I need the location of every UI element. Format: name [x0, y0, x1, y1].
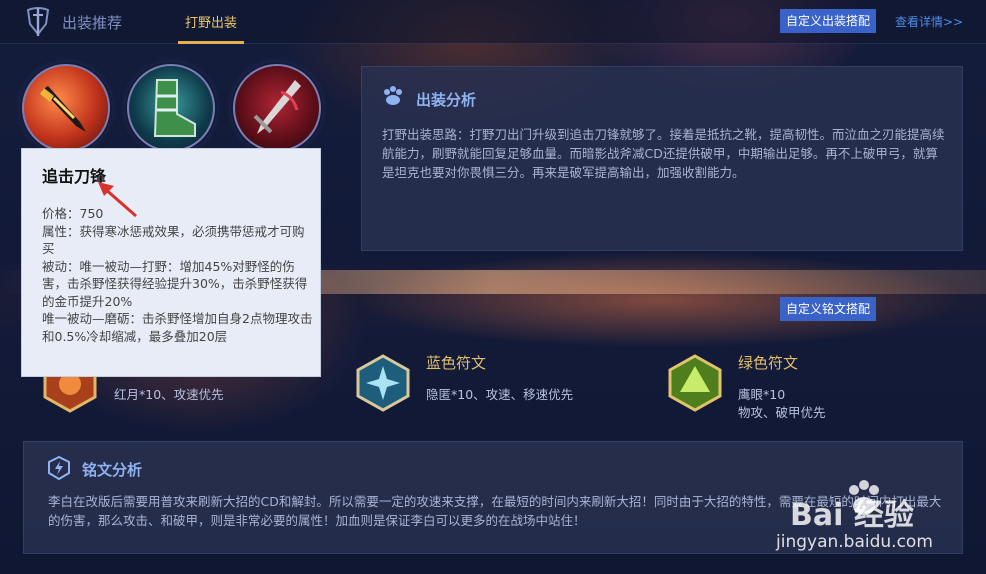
paw-icon	[384, 86, 402, 105]
tooltip-body: 价格：750 属性：获得寒冰惩戒效果，必须携带惩戒才可购买 被动：唯一被动—打野…	[42, 205, 314, 345]
resistance-boots-icon	[153, 79, 196, 137]
tooltip-passive-jungle: 被动：唯一被动—打野：增加45%对野怪的伤害，击杀野怪获得经验提升30%，击杀野…	[42, 258, 308, 309]
tooltip-passive-whet: 唯一被动—磨砺：击杀野怪增加自身2点物理攻击和0.5%冷却缩减，最多叠加20层	[42, 311, 313, 344]
blue-rune-icon	[356, 354, 410, 412]
green-rune-desc-2: 物攻、破甲优先	[738, 405, 826, 420]
equip-analysis-text: 打野出装思路：打野刀出门升级到追击刀锋就够了。接着是抵抗之靴，提高韧性。而泣血之…	[382, 127, 945, 180]
custom-equip-button[interactable]: 自定义出装搭配	[780, 9, 876, 33]
item-tooltip: 追击刀锋 价格：750 属性：获得寒冰惩戒效果，必须携带惩戒才可购买 被动：唯一…	[21, 148, 321, 377]
chasing-blade-icon	[40, 86, 86, 132]
item-chasing-blade[interactable]	[22, 64, 110, 152]
tooltip-price: 价格：750	[42, 206, 104, 221]
green-rune-name: 绿色符文	[738, 354, 799, 372]
red-annotation-arrow-icon	[98, 182, 137, 218]
custom-rune-button[interactable]: 自定义铭文搭配	[780, 297, 876, 321]
baidu-jingyan-watermark: Bai 经验 jingyan.baidu.com	[760, 470, 986, 574]
blue-rune-name: 蓝色符文	[426, 354, 487, 372]
equip-analysis-title: 出装分析	[416, 91, 477, 109]
tooltip-attribute: 属性：获得寒冰惩戒效果，必须携带惩戒才可购买	[42, 223, 305, 257]
sword-shield-logo-icon	[26, 7, 50, 36]
item-resistance-boots[interactable]	[127, 64, 215, 152]
tab-jungle-build[interactable]: 打野出装	[178, 12, 244, 44]
item-bloodweeping-blade[interactable]	[233, 64, 321, 152]
header-bar: 出装推荐 打野出装 自定义出装搭配 查看详情>>	[0, 0, 986, 44]
lightning-shield-icon	[48, 456, 70, 480]
watermark-brand: Bai 经验	[790, 498, 914, 533]
green-rune-icon	[668, 354, 722, 412]
view-details-link[interactable]: 查看详情>>	[895, 13, 963, 30]
blue-rune-desc: 隐匿*10、攻速、移速优先	[426, 387, 574, 402]
section-title: 出装推荐	[62, 14, 123, 32]
watermark-url: jingyan.baidu.com	[776, 532, 933, 552]
bloodweeping-blade-icon	[253, 80, 301, 134]
rune-analysis-title: 铭文分析	[82, 461, 143, 479]
green-rune-desc-1: 鹰眼*10	[738, 387, 786, 402]
red-rune-desc: 红月*10、攻速优先	[114, 387, 224, 402]
equip-analysis-panel: 出装分析 打野出装思路：打野刀出门升级到追击刀锋就够了。接着是抵抗之靴，提高韧性…	[361, 66, 963, 251]
